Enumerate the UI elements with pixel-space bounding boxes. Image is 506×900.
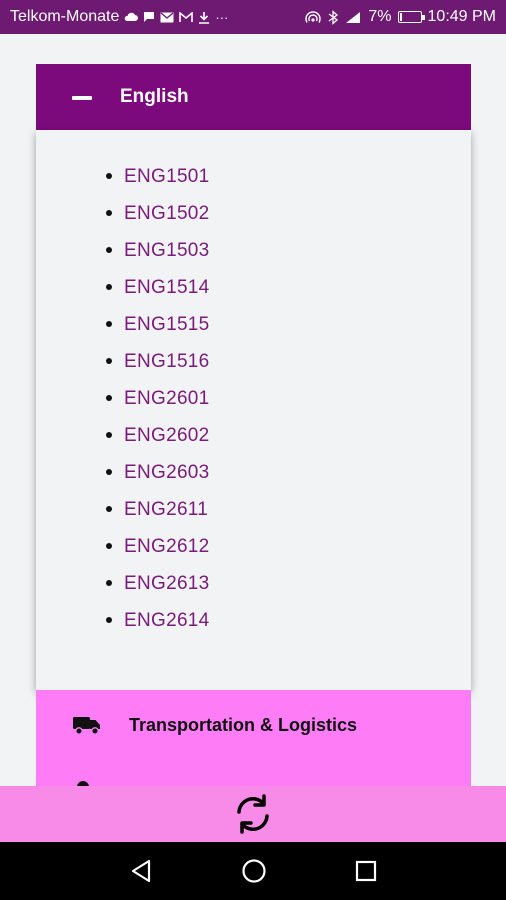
- refresh-bar: [0, 786, 506, 842]
- more-icon: ···: [215, 9, 229, 25]
- mail-icon: [160, 12, 174, 22]
- course-link[interactable]: ENG2603: [124, 462, 210, 484]
- list-item: ENG2603: [106, 454, 210, 491]
- hotspot-icon: [305, 11, 322, 23]
- list-item: ENG2614: [106, 602, 210, 639]
- list-item: ENG1516: [106, 343, 210, 380]
- gmail-icon: [179, 11, 194, 22]
- category-label: Transportation & Logistics: [129, 715, 358, 735]
- list-item: ENG1502: [106, 195, 210, 232]
- system-nav-bar: [0, 842, 506, 900]
- download-icon: [199, 11, 210, 24]
- course-link[interactable]: ENG1514: [124, 277, 210, 299]
- bullet: [106, 321, 112, 327]
- accordion-header-english[interactable]: English: [36, 64, 471, 130]
- status-right: 7% 10:49 PM: [304, 8, 496, 26]
- bullet: [106, 284, 112, 290]
- status-bar: Telkom-Monate ··· 7% 10:49 PM: [0, 0, 506, 34]
- bullet: [106, 469, 112, 475]
- home-button[interactable]: [239, 856, 269, 886]
- cloud-icon: [125, 12, 139, 21]
- list-item: ENG1515: [106, 306, 210, 343]
- list-item: ENG2611: [106, 491, 210, 528]
- course-link[interactable]: ENG2614: [124, 610, 210, 632]
- list-item: ENG2612: [106, 528, 210, 565]
- course-link[interactable]: ENG1503: [124, 240, 210, 262]
- bullet: [106, 543, 112, 549]
- course-link[interactable]: ENG2602: [124, 425, 210, 447]
- truck-icon: [73, 717, 100, 735]
- list-item: ENG1501: [106, 158, 210, 195]
- refresh-icon: [237, 794, 269, 834]
- bullet: [106, 210, 112, 216]
- course-link[interactable]: ENG1516: [124, 351, 210, 373]
- recents-icon: [355, 860, 377, 882]
- back-button[interactable]: [126, 856, 156, 886]
- battery-icon: [397, 11, 425, 23]
- bullet: [106, 617, 112, 623]
- list-item: ENG2613: [106, 565, 210, 602]
- bullet: [106, 432, 112, 438]
- battery-percent: 7%: [368, 8, 392, 25]
- bullet: [106, 358, 112, 364]
- carrier-name: Telkom-Monate: [10, 8, 120, 25]
- refresh-button[interactable]: [229, 790, 277, 838]
- list-item: ENG1503: [106, 232, 210, 269]
- battery-fill: [399, 13, 402, 21]
- back-icon: [131, 859, 151, 883]
- bullet: [106, 247, 112, 253]
- course-link[interactable]: ENG2611: [124, 499, 208, 521]
- course-link[interactable]: ENG1502: [124, 203, 210, 225]
- bullet: [106, 173, 112, 179]
- course-link[interactable]: ENG1501: [124, 166, 210, 188]
- bullet: [106, 580, 112, 586]
- clock: 10:49 PM: [427, 8, 496, 25]
- course-link[interactable]: ENG1515: [124, 314, 210, 336]
- course-link[interactable]: ENG2612: [124, 536, 210, 558]
- course-link[interactable]: ENG2613: [124, 573, 210, 595]
- page-content[interactable]: English ENG1501 ENG1502 ENG1503 ENG1514 ENG1…: [0, 34, 506, 786]
- accordion-panel: ENG1501 ENG1502 ENG1503 ENG1514 ENG1515 ENG15…: [36, 130, 471, 690]
- list-item: ENG2601: [106, 380, 210, 417]
- chat-icon: [144, 12, 155, 22]
- bluetooth-icon: [329, 9, 339, 25]
- list-item: ENG1514: [106, 269, 210, 306]
- list-item: ENG2602: [106, 417, 210, 454]
- course-link[interactable]: ENG2601: [124, 388, 210, 410]
- recents-button[interactable]: [351, 856, 381, 886]
- signal-icon: [346, 12, 361, 23]
- status-left: Telkom-Monate ···: [10, 8, 228, 26]
- course-list: ENG1501 ENG1502 ENG1503 ENG1514 ENG1515 ENG15…: [106, 158, 210, 639]
- partial-category-icon: [77, 781, 89, 786]
- bullet: [106, 395, 112, 401]
- home-icon: [242, 859, 266, 883]
- collapse-icon: [72, 96, 92, 100]
- bullet: [106, 506, 112, 512]
- category-transportation-logistics[interactable]: Transportation & Logistics: [36, 690, 471, 786]
- accordion-title: English: [120, 86, 189, 107]
